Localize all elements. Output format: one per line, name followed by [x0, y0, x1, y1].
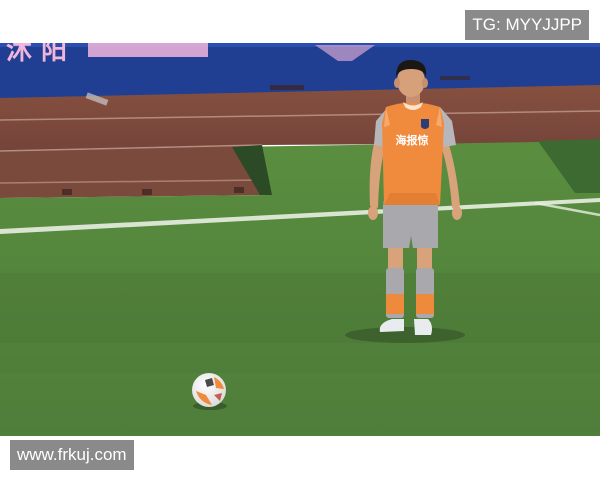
jersey [382, 102, 444, 205]
jersey-sponsor: 海报惊 [396, 133, 429, 147]
board-text: 沭 阳 [6, 43, 67, 66]
watermark-bottom: www.frkuj.com [10, 440, 134, 470]
right-boot [414, 319, 432, 335]
player-shadow [345, 327, 465, 343]
club-badge [421, 119, 429, 129]
watermark-top: TG: MYYJJPP [465, 10, 589, 40]
football-photo: 沭 阳 海报惊 [0, 43, 600, 436]
